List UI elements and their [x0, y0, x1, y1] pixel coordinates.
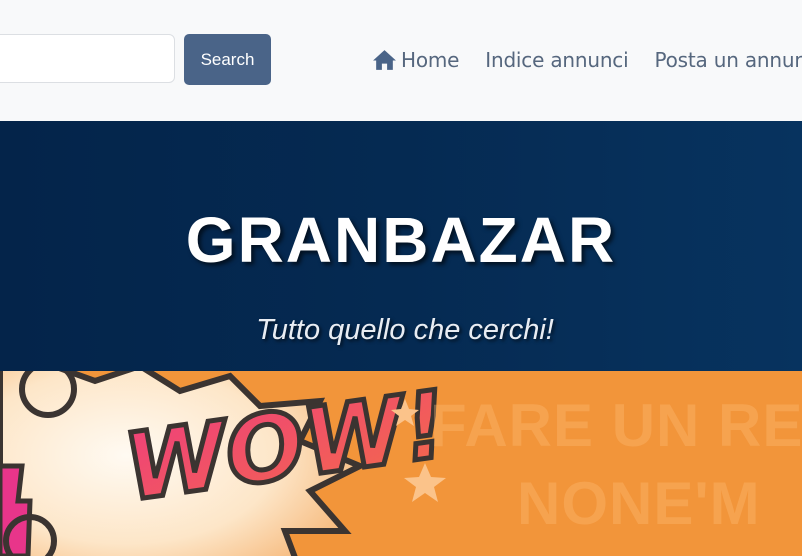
promo-banner-image: WOW! FARE UN RES NONE'M: [0, 371, 802, 556]
search-button[interactable]: Search: [184, 34, 271, 85]
nav-ads-index-link[interactable]: Indice annunci: [485, 48, 628, 72]
site-title: GRANBAZAR: [185, 204, 617, 276]
main-nav: Home Indice annunci Posta un annuncio: [372, 48, 802, 72]
hero-banner: GRANBAZAR Tutto quello che cerchi!: [0, 121, 802, 371]
banner-watermark-line2: NONE'M: [517, 470, 761, 537]
banner-watermark-line1: FARE UN RES: [430, 392, 802, 459]
nav-home-link[interactable]: Home: [372, 48, 459, 72]
nav-post-ad-link[interactable]: Posta un annuncio: [654, 48, 802, 72]
top-navbar: Search Home Indice annunci Posta un annu…: [0, 0, 802, 121]
nav-home-label: Home: [401, 48, 460, 72]
search-input[interactable]: [0, 34, 175, 83]
home-icon: [373, 50, 396, 70]
site-tagline: Tutto quello che cerchi!: [256, 314, 554, 346]
